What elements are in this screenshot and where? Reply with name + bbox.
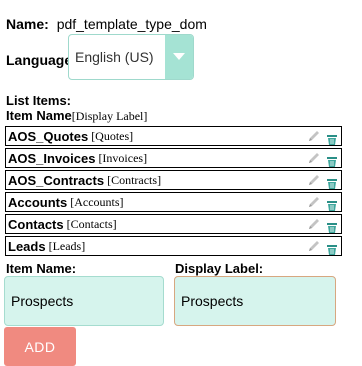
pencil-icon[interactable] — [307, 195, 321, 209]
chevron-down-icon[interactable] — [165, 35, 193, 79]
delete-icon[interactable] — [327, 132, 337, 145]
delete-icon[interactable] — [327, 176, 337, 189]
list-item-key: Contacts — [8, 216, 64, 232]
list-item: Leads [Leads] — [5, 236, 342, 256]
delete-icon[interactable] — [327, 242, 337, 255]
list-items: AOS_Quotes [Quotes] AOS_Invoices [Invoices]… — [5, 126, 342, 258]
list-item-display: [Leads] — [48, 238, 86, 253]
list-item-key: AOS_Invoices — [8, 150, 96, 166]
list-item-display: [Contracts] — [107, 172, 162, 187]
pencil-icon[interactable] — [307, 129, 321, 143]
language-label: Language: — [6, 52, 77, 68]
pencil-icon[interactable] — [307, 239, 321, 253]
list-header-item-name: Item Name — [6, 108, 72, 123]
item-name-input[interactable]: Prospects — [4, 276, 164, 326]
list-item-display: [Quotes] — [91, 128, 134, 143]
list-item-key: Leads — [8, 238, 46, 254]
list-item: Contacts [Contacts] — [5, 214, 342, 234]
list-item: Accounts [Accounts] — [5, 192, 342, 212]
language-select[interactable]: English (US) — [68, 34, 194, 80]
delete-icon[interactable] — [327, 198, 337, 211]
list-item-display: [Contacts] — [66, 216, 117, 231]
display-label-input[interactable]: Prospects — [174, 276, 336, 326]
list-item: AOS_Contracts [Contracts] — [5, 170, 342, 190]
pencil-icon[interactable] — [307, 173, 321, 187]
item-name-label: Item Name: — [6, 261, 77, 276]
list-items-title: List Items: — [6, 93, 72, 108]
list-item-display: [Invoices] — [98, 150, 148, 165]
list-header-display-label: [Display Label] — [71, 109, 148, 123]
pencil-icon[interactable] — [307, 217, 321, 231]
display-label-label: Display Label: — [175, 261, 264, 276]
list-item-key: AOS_Contracts — [8, 172, 105, 188]
list-item-key: Accounts — [8, 194, 68, 210]
delete-icon[interactable] — [327, 154, 337, 167]
name-row: Name: pdf_template_type_dom — [6, 16, 207, 32]
list-item: AOS_Quotes [Quotes] — [5, 126, 342, 146]
list-item-display: [Accounts] — [70, 194, 124, 209]
delete-icon[interactable] — [327, 220, 337, 233]
name-label: Name: — [6, 16, 49, 32]
list-header: Item Name[Display Label] — [6, 108, 147, 124]
list-item-key: AOS_Quotes — [8, 128, 89, 144]
name-value: pdf_template_type_dom — [56, 16, 207, 32]
list-item: AOS_Invoices [Invoices] — [5, 148, 342, 168]
add-button[interactable]: ADD — [4, 327, 76, 366]
language-selected-value: English (US) — [75, 49, 154, 65]
pencil-icon[interactable] — [307, 151, 321, 165]
